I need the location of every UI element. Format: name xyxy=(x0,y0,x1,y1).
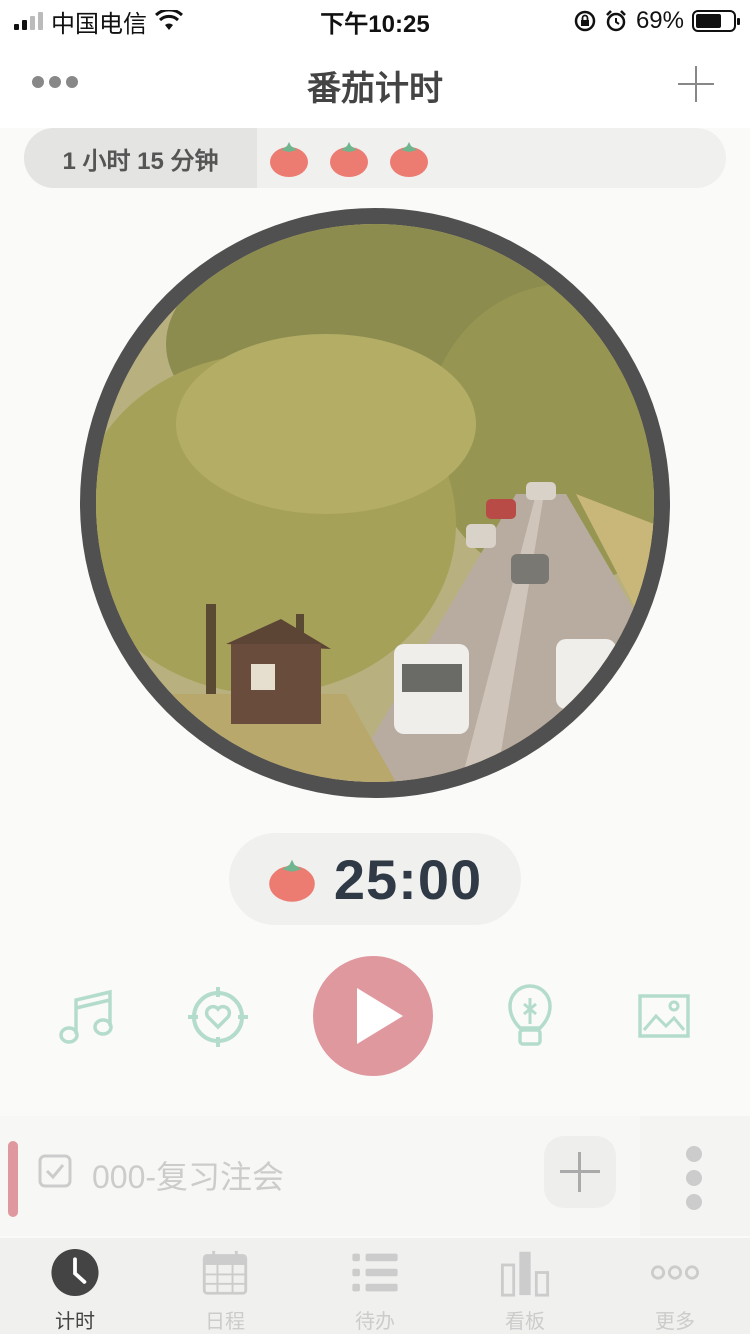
total-focus-time: 1 小时 15 分钟 xyxy=(24,128,257,188)
summary-bar: 1 小时 15 分钟 xyxy=(24,128,726,188)
tab-label: 计时 xyxy=(55,1311,95,1333)
add-task-button[interactable] xyxy=(544,1136,616,1208)
timer-value: 25:00 xyxy=(333,847,483,911)
carrier-label: 中国电信 xyxy=(51,10,147,38)
page-title: 番茄计时 xyxy=(307,69,443,108)
battery-percent: 69% xyxy=(635,7,684,34)
battery-icon xyxy=(692,10,740,32)
bar-chart-icon xyxy=(500,1251,550,1297)
orientation-lock-icon xyxy=(574,10,596,32)
task-color-accent xyxy=(8,1141,18,1217)
tab-label: 看板 xyxy=(505,1311,545,1333)
clock-icon xyxy=(51,1248,99,1297)
calendar-icon xyxy=(202,1250,248,1295)
tomato-icon xyxy=(390,142,428,177)
wifi-icon xyxy=(155,10,183,30)
tomato-list xyxy=(269,138,429,178)
nav-bar: 番茄计时 xyxy=(0,42,750,128)
timer-ring[interactable] xyxy=(80,208,670,798)
add-button[interactable] xyxy=(678,66,714,102)
status-right: 69% xyxy=(574,7,740,35)
control-bar xyxy=(0,956,750,1076)
tab-schedule[interactable]: 日程 xyxy=(150,1238,300,1334)
tab-board[interactable]: 看板 xyxy=(450,1238,600,1334)
current-task-row: 000-复习注会 xyxy=(0,1116,750,1236)
tab-timer[interactable]: 计时 xyxy=(0,1238,150,1334)
task-menu-button[interactable] xyxy=(686,1146,702,1210)
background-photo xyxy=(96,224,654,782)
tomato-icon xyxy=(269,859,315,902)
target-heart-icon[interactable] xyxy=(186,985,250,1049)
music-note-icon[interactable] xyxy=(58,986,116,1046)
tab-label: 更多 xyxy=(655,1311,695,1333)
task-label: 000-复习注会 xyxy=(92,1159,285,1195)
tab-todo[interactable]: 待办 xyxy=(300,1238,450,1334)
checkbox-icon[interactable] xyxy=(38,1154,72,1188)
more-options-button[interactable] xyxy=(32,76,78,88)
tomato-icon xyxy=(270,142,308,177)
status-bar: 中国电信 下午10:25 69% xyxy=(0,0,750,42)
signal-icon xyxy=(14,12,43,30)
play-button[interactable] xyxy=(313,956,433,1076)
alarm-icon xyxy=(606,10,626,32)
scenery-illustration xyxy=(96,224,654,782)
lightbulb-icon[interactable] xyxy=(508,984,552,1050)
tab-label: 日程 xyxy=(205,1311,245,1333)
more-icon xyxy=(650,1265,700,1280)
tab-more[interactable]: 更多 xyxy=(600,1238,750,1334)
status-left: 中国电信 xyxy=(14,4,183,39)
timer-display[interactable]: 25:00 xyxy=(229,833,521,925)
list-icon xyxy=(352,1253,398,1292)
task-item[interactable]: 000-复习注会 xyxy=(0,1116,640,1236)
tab-label: 待办 xyxy=(355,1311,395,1333)
tab-bar: 计时 日程 待办 看板 更多 xyxy=(0,1238,750,1334)
image-icon[interactable] xyxy=(638,994,690,1038)
status-time: 下午10:25 xyxy=(320,10,430,38)
tomato-icon xyxy=(330,142,368,177)
